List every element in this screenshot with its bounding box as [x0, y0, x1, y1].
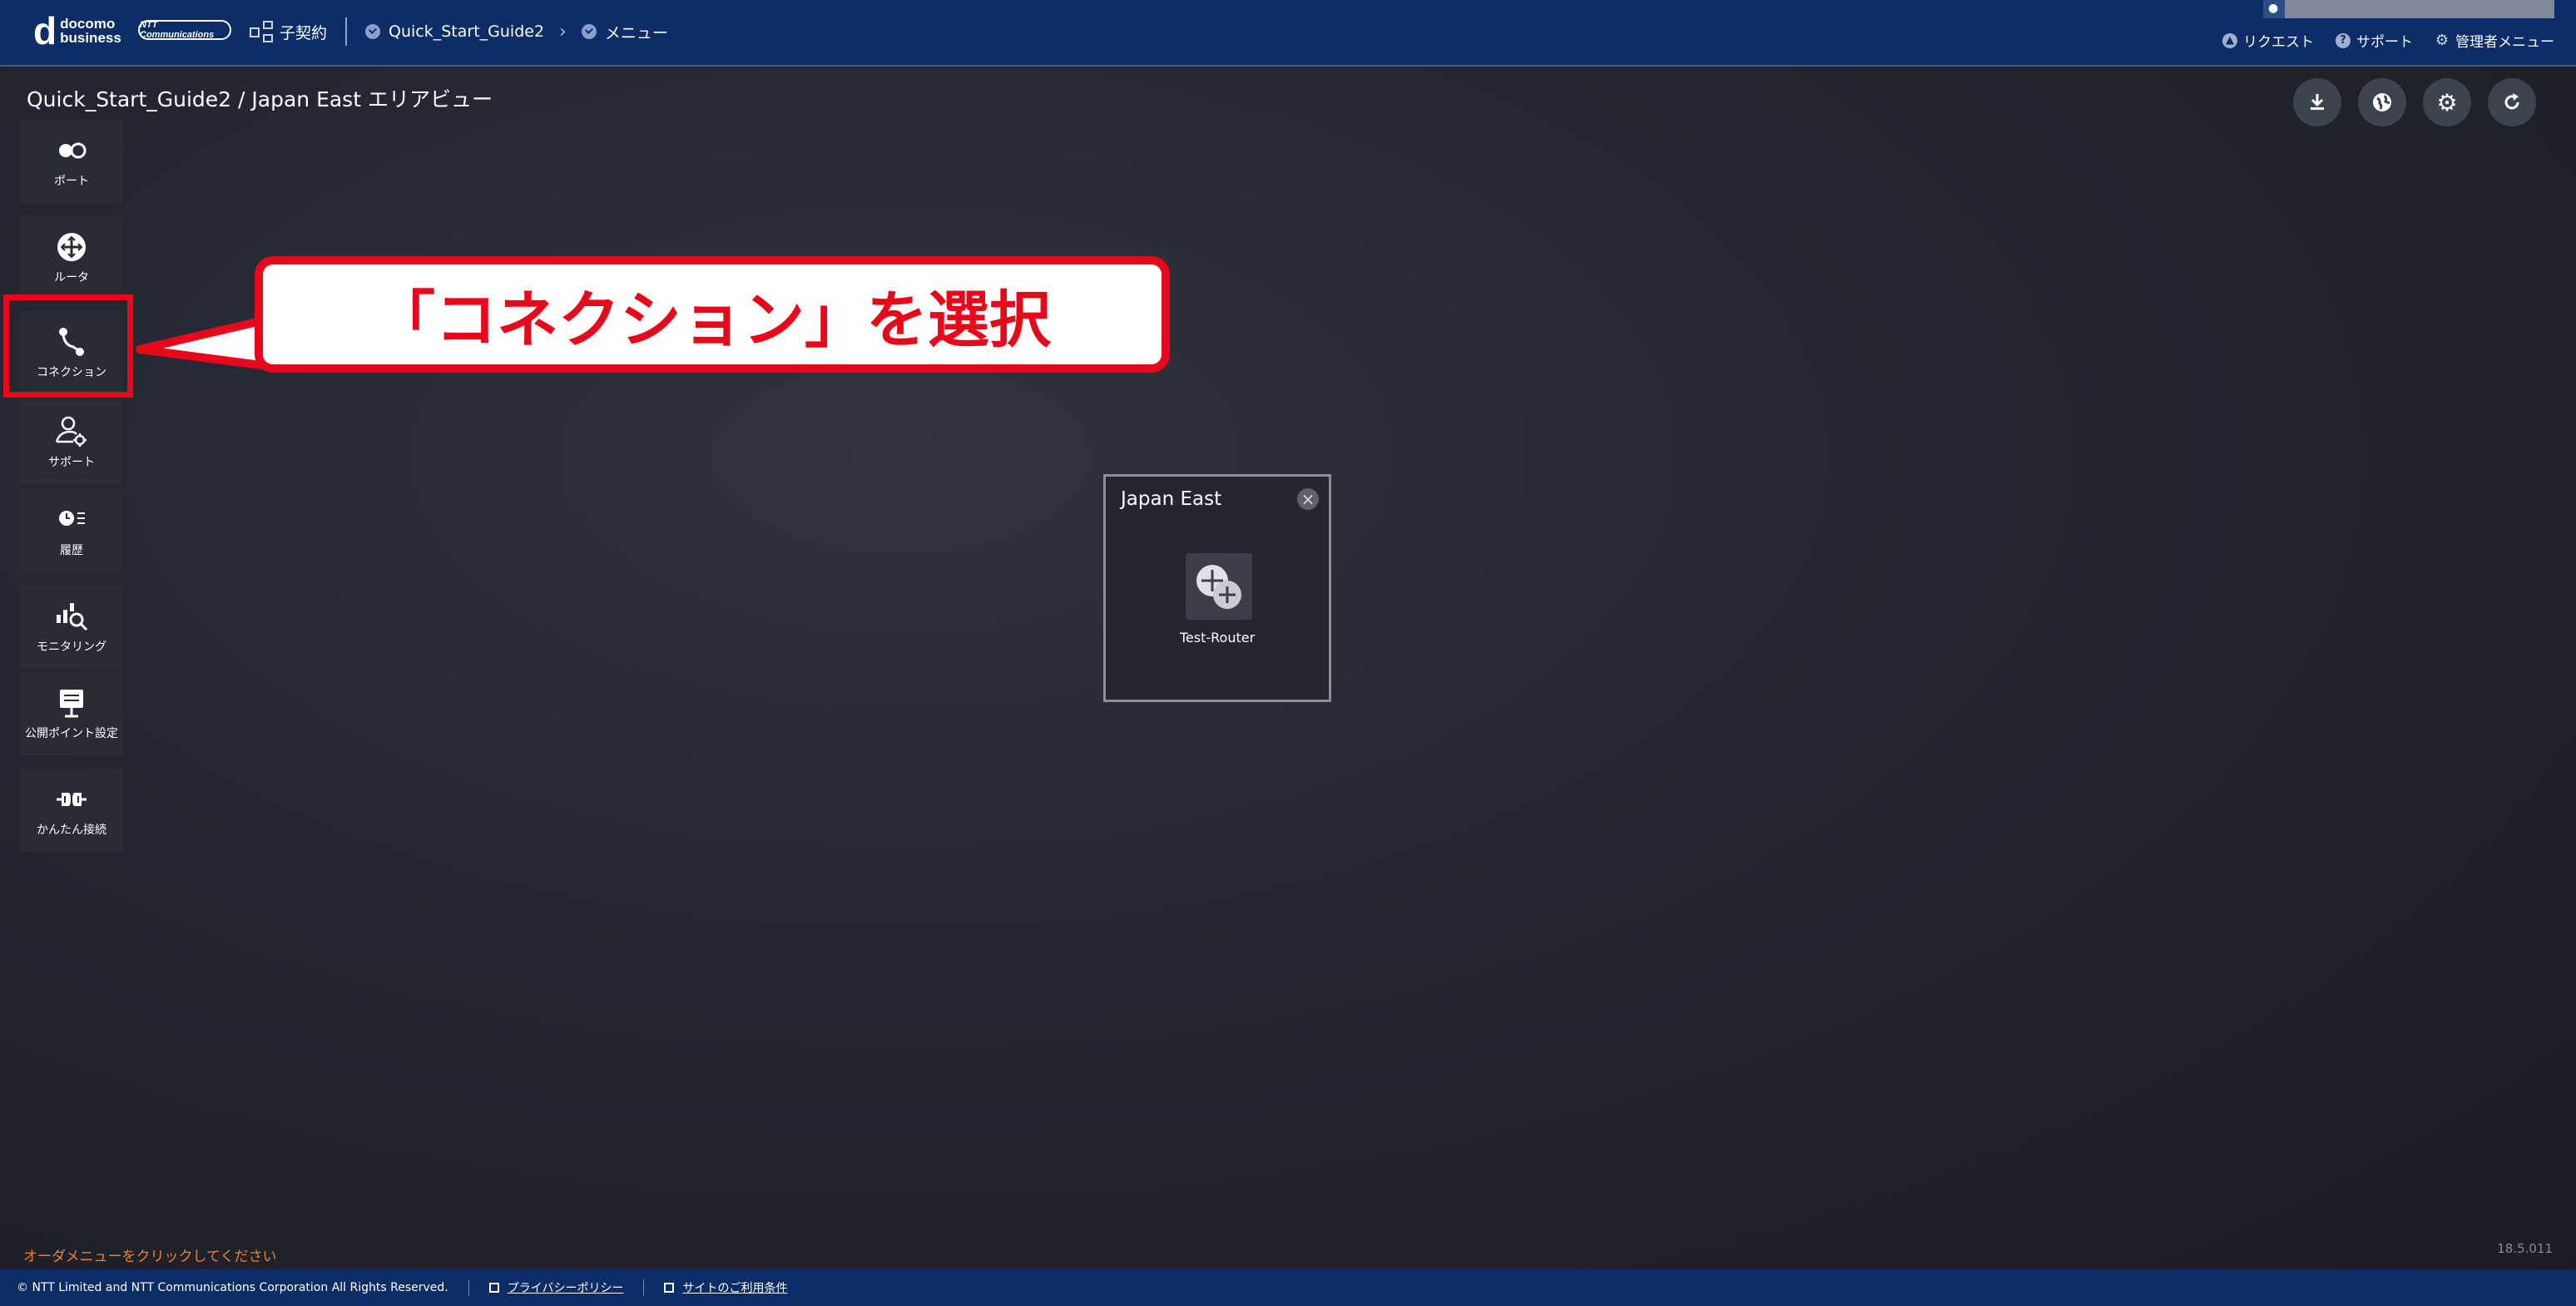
privacy-policy-link[interactable]: プライバシーポリシー: [488, 1279, 624, 1296]
close-icon[interactable]: ×: [1297, 488, 1319, 510]
sidebar-item-label: 履歴: [60, 544, 83, 557]
refresh-icon: [2504, 93, 2519, 110]
sidebar-item-label: サポート: [48, 456, 95, 469]
copyright-text: © NTT Limited and NTT Communications Cor…: [17, 1281, 448, 1294]
globe-button[interactable]: [2358, 78, 2406, 126]
sidebar-item-easy-connect[interactable]: かんたん接続: [20, 769, 123, 852]
breadcrumb-label: 子契約: [280, 23, 328, 42]
request-link-label: リクエスト: [2243, 34, 2314, 51]
footer-divider: [468, 1279, 469, 1296]
sidebar-item-monitoring[interactable]: モニタリング: [20, 586, 123, 669]
download-icon: [2311, 94, 2324, 110]
breadcrumb: 子契約 Quick_Start_Guide2 › メニュー: [250, 17, 668, 47]
support-link[interactable]: ? サポート: [2336, 30, 2413, 51]
public-point-icon: [60, 690, 83, 718]
globe-icon: [2373, 93, 2391, 111]
external-link-icon: [664, 1283, 675, 1293]
settings-icon: ⚙: [2436, 88, 2458, 116]
history-icon: [59, 511, 85, 526]
help-icon: ?: [2336, 32, 2351, 48]
header-links: ▲ リクエスト ? サポート ⚙ 管理者メニュー: [2201, 30, 2554, 51]
breadcrumb-label: Quick_Start_Guide2: [389, 22, 545, 41]
breadcrumb-label: メニュー: [604, 23, 668, 42]
check-circle-icon: [365, 24, 381, 39]
monitoring-icon: [57, 603, 88, 631]
area-title: Japan East: [1121, 488, 1222, 510]
privacy-policy-label[interactable]: プライバシーポリシー: [508, 1279, 624, 1296]
support-link-label: サポート: [2356, 34, 2413, 51]
easy-connect-icon: [57, 793, 87, 806]
router-icon: [1196, 565, 1241, 609]
sidebar-item-label: モニタリング: [37, 641, 107, 654]
bell-icon: ▲: [2222, 32, 2237, 48]
request-link[interactable]: ▲ リクエスト: [2222, 30, 2314, 51]
refresh-button[interactable]: [2488, 78, 2536, 126]
order-menu-message: オーダメニューをクリックしてください: [23, 1249, 277, 1265]
breadcrumb-tenant[interactable]: Quick_Start_Guide2: [365, 22, 544, 41]
admin-menu-label: 管理者メニュー: [2455, 34, 2554, 51]
version-label: 18.5.011: [2497, 1241, 2553, 1256]
area-panel-japan-east[interactable]: Japan East × Test-Router: [1103, 474, 1331, 702]
instruction-callout: 「コネクション」を選択: [255, 256, 1170, 373]
check-circle-icon: [581, 24, 597, 39]
router-label: Test-Router: [1179, 630, 1256, 646]
user-icon: ●: [2268, 2, 2279, 15]
chevron-right-icon: ›: [559, 21, 567, 42]
router-node[interactable]: [1186, 553, 1252, 620]
sidebar-item-support[interactable]: サポート: [20, 401, 123, 484]
breadcrumb-menu[interactable]: メニュー: [581, 21, 668, 43]
terms-label[interactable]: サイトのご利用条件: [682, 1279, 787, 1296]
user-account-box[interactable]: ●: [2263, 0, 2554, 18]
settings-button[interactable]: ⚙: [2423, 78, 2471, 126]
footer-divider: [643, 1279, 645, 1296]
breadcrumb-divider: [345, 17, 348, 46]
admin-menu-link[interactable]: ⚙ 管理者メニュー: [2435, 30, 2554, 51]
download-button[interactable]: [2293, 78, 2341, 126]
sidebar-item-history[interactable]: 履歴: [20, 489, 123, 572]
external-link-icon: [488, 1283, 499, 1293]
top-header: d docomo business NTT Communications 子契約…: [0, 0, 2576, 67]
sidebar-item-public-point[interactable]: 公開ポイント設定: [20, 672, 123, 755]
support-icon: [55, 416, 87, 447]
terms-link[interactable]: サイトのご利用条件: [664, 1279, 787, 1296]
footer: © NTT Limited and NTT Communications Cor…: [0, 1269, 2576, 1306]
sidebar-item-label: 公開ポイント設定: [25, 727, 118, 740]
callout-pointer: [136, 315, 266, 370]
sidebar-item-label: かんたん接続: [37, 824, 107, 837]
gear-icon: ⚙: [2435, 31, 2450, 49]
